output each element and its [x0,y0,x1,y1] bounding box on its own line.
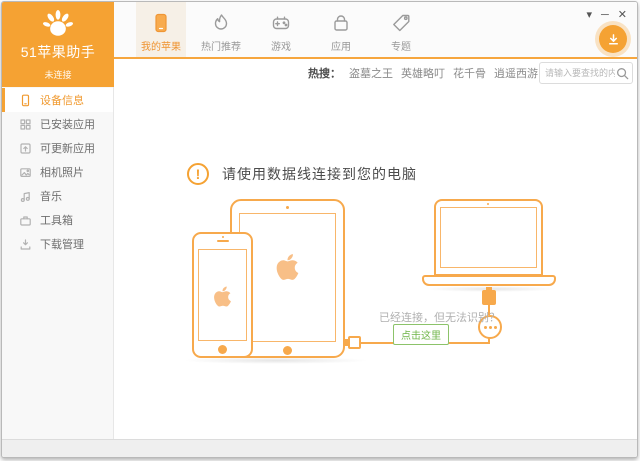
laptop-base [422,275,556,286]
download-manager-button[interactable] [599,25,627,53]
search-row: 热搜： 盗墓之王 英雄略叮 花千骨 逍遥西游 [114,59,637,87]
claw-logo-icon [42,10,74,36]
search-box [539,62,633,84]
hot-term[interactable]: 盗墓之王 [349,65,393,81]
toolbar: 我的苹果 热门推荐 游戏 应用 专题 [114,2,637,59]
phone-illustration [192,232,253,358]
exclamation-glyph: ! [195,166,201,182]
window-controls: ▾ ─ ✕ [586,9,627,21]
exclamation-icon: ! [187,163,209,185]
update-icon [20,142,31,154]
sidebar-item-camera-photos[interactable]: 相机照片 [2,160,113,184]
sidebar-item-music[interactable]: 音乐 [2,184,113,208]
sidebar-item-updatable-apps[interactable]: 可更新应用 [2,136,113,160]
tab-label: 热门推荐 [201,42,241,53]
app-grid-icon [20,118,31,130]
laptop-illustration [434,199,543,276]
tab-apps[interactable]: 应用 [316,2,366,57]
flame-icon [214,14,228,30]
tab-my-apple[interactable]: 我的苹果 [136,2,186,57]
hot-term[interactable]: 逍遥西游 [494,65,538,81]
close-icon[interactable]: ✕ [618,9,627,21]
tab-label: 我的苹果 [141,42,181,53]
sidebar-item-label: 下载管理 [40,239,84,251]
photo-icon [20,167,31,177]
connection-status: 未连接 [44,70,72,80]
sidebar-item-toolbox[interactable]: 工具箱 [2,208,113,232]
sidebar-item-label: 工具箱 [40,215,73,227]
phone-icon [155,13,167,33]
hot-search: 热搜： 盗墓之王 英雄略叮 花千骨 逍遥西游 [308,59,538,87]
apple-logo-icon [212,284,233,309]
laptop-screen [440,207,537,268]
tag-icon [393,14,410,32]
app-title: 51苹果助手 [20,44,96,60]
phone-home-button [218,345,227,354]
tab-topics[interactable]: 专题 [376,2,426,57]
music-note-icon [20,191,30,202]
tab-label: 应用 [331,42,351,53]
download-arrow-icon [608,33,618,44]
phone-speaker [217,240,229,242]
sidebar-item-label: 设备信息 [40,95,84,107]
toolbox-icon [20,215,31,226]
nav-tabs: 我的苹果 热门推荐 游戏 应用 专题 [136,2,426,57]
apple-logo-icon [274,251,301,283]
devices-shadow [183,357,369,364]
download-tray-icon [20,238,31,250]
brand-block: 51苹果助手 未连接 [2,2,114,87]
tablet-home-button [283,346,292,355]
recognize-hint-text: 已经连接，但无法识别？ [379,312,500,324]
hot-term[interactable]: 花千骨 [453,65,486,81]
tab-games[interactable]: 游戏 [256,2,306,57]
tab-hot-recommend[interactable]: 热门推荐 [196,2,246,57]
sidebar-item-device-info[interactable]: 设备信息 [2,88,113,112]
search-input[interactable] [545,64,615,82]
tablet-camera-dot [286,206,289,209]
connect-message: ! 请使用数据线连接到您的电脑 [187,163,417,185]
phone-camera-dot [222,236,224,238]
connect-message-text: 请使用数据线连接到您的电脑 [222,166,417,182]
app-window: 我的苹果 热门推荐 游戏 应用 专题 ▾ ─ ✕ 51苹果助手 未连接 热搜： … [1,1,638,458]
sidebar-item-label: 已安装应用 [40,119,95,131]
minimize-icon[interactable]: ─ [601,9,609,21]
tab-label: 游戏 [271,42,291,53]
gamepad-icon [272,16,290,30]
search-icon[interactable] [616,67,629,80]
status-bar [2,439,637,457]
sidebar: 设备信息 已安装应用 可更新应用 相机照片 音乐 工具箱 下载管理 [2,87,114,442]
usb-plug-left-icon [348,336,361,349]
hot-search-label: 热搜： [308,68,341,80]
hot-term[interactable]: 英雄略叮 [401,65,445,81]
sidebar-item-label: 相机照片 [40,167,84,179]
sidebar-item-label: 可更新应用 [40,143,95,155]
sidebar-item-installed-apps[interactable]: 已安装应用 [2,112,113,136]
device-icon [21,94,30,106]
laptop-camera-dot [487,203,489,205]
main-content: ! 请使用数据线连接到您的电脑 已经连接，但无法识别？ 点击这里 [115,87,637,442]
tab-label: 专题 [391,42,411,53]
menu-caret-icon[interactable]: ▾ [586,9,592,21]
shopping-bag-icon [334,15,348,31]
sidebar-item-download-manager[interactable]: 下载管理 [2,232,113,256]
sidebar-item-label: 音乐 [40,191,62,203]
click-here-button[interactable]: 点击这里 [393,324,449,345]
usb-plug-icon [482,290,496,305]
